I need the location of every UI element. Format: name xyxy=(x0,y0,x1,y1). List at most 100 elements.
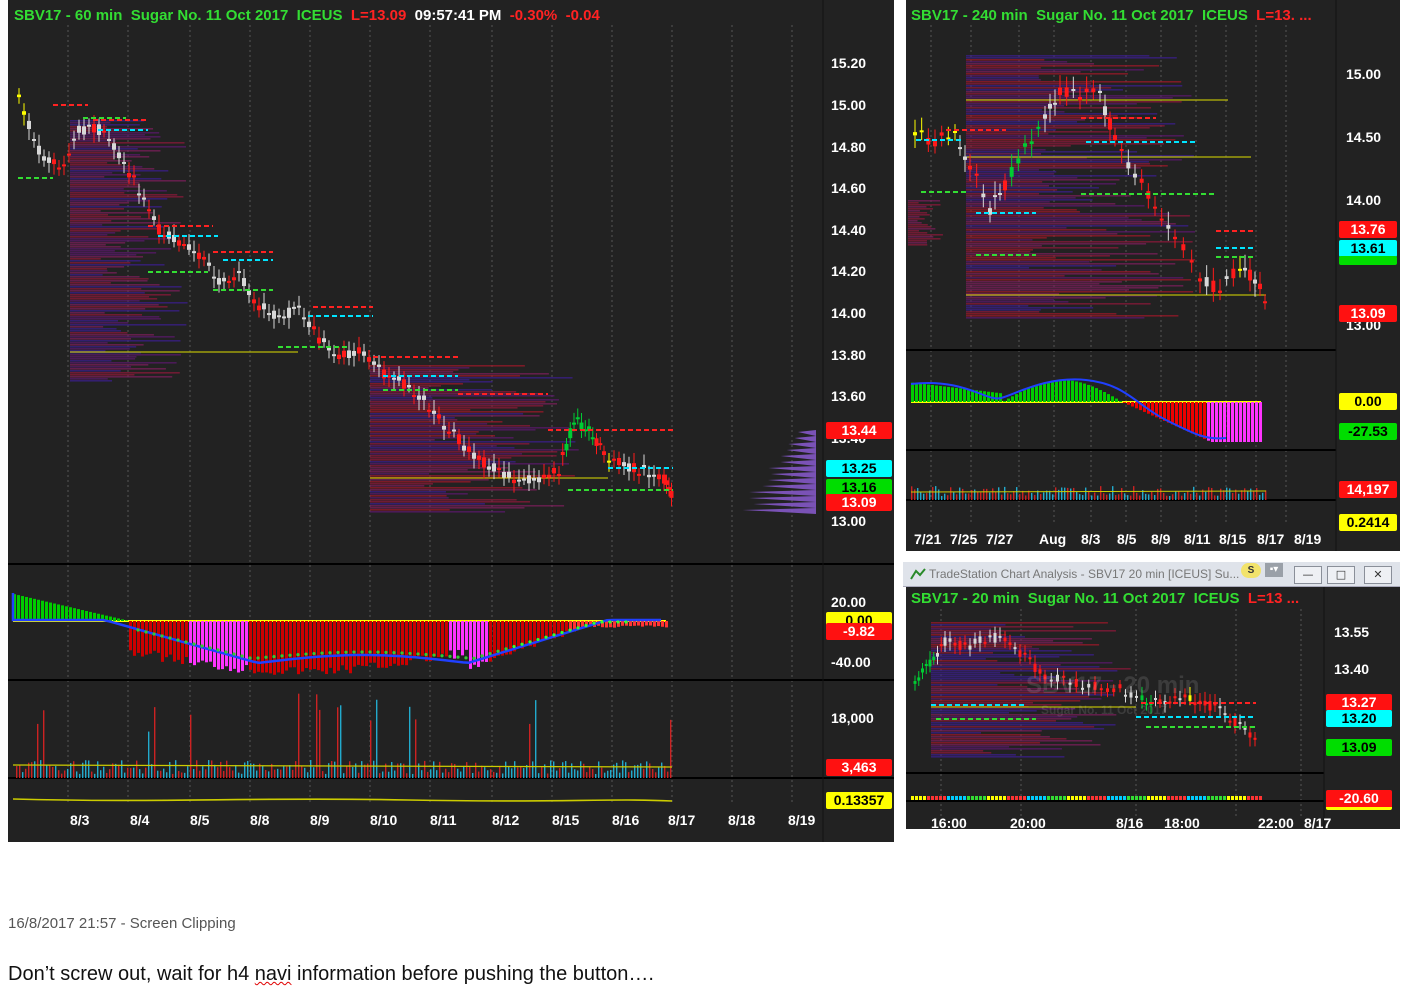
volume-profile-bar xyxy=(908,236,934,238)
osc-bar xyxy=(329,621,332,668)
osc-bar xyxy=(1011,796,1014,800)
candle xyxy=(943,637,947,646)
volume-profile-bar xyxy=(931,658,986,660)
osc-dot xyxy=(384,650,388,654)
osc-bar xyxy=(1215,402,1218,442)
volume-bar xyxy=(247,760,249,778)
profile-marker xyxy=(767,478,816,484)
minimize-button[interactable]: — xyxy=(1294,566,1322,584)
osc-bar xyxy=(1259,402,1262,442)
close-button[interactable]: ✕ xyxy=(1364,566,1392,584)
osc-bar xyxy=(1235,796,1238,800)
volume-profile-bar xyxy=(966,199,1093,201)
chart-240min-canvas[interactable] xyxy=(906,0,1400,551)
chart-60min-canvas[interactable] xyxy=(8,0,894,842)
volume-profile-bar xyxy=(370,487,523,489)
volume-profile-bar xyxy=(70,376,173,378)
osc-dot xyxy=(256,656,260,660)
volume-bar xyxy=(1067,487,1069,500)
volume-profile-bar xyxy=(370,501,531,503)
candle xyxy=(462,445,466,451)
last-price: L=13.09 xyxy=(350,7,407,24)
osc-bar xyxy=(1175,402,1178,427)
note-part-2: information before pushing the button…. xyxy=(291,963,654,985)
volume-bar xyxy=(577,770,579,778)
volume-bar xyxy=(1091,495,1093,500)
volume-profile-bar xyxy=(70,122,111,124)
y-tick-4: 14.40 xyxy=(831,222,867,238)
volume-bar xyxy=(136,760,138,778)
volume-profile-bar xyxy=(70,246,121,248)
chart-240min[interactable]: SBV17 - 240 min Sugar No. 11 Oct 2017 IC… xyxy=(906,0,1400,551)
volume-profile-bar xyxy=(966,57,1177,59)
volume-bar xyxy=(1157,488,1159,500)
candle xyxy=(352,351,356,356)
volume-profile-bar xyxy=(370,505,565,507)
osc-bar xyxy=(1227,402,1230,442)
volume-profile-bar xyxy=(966,179,1120,181)
volume-bar xyxy=(1031,492,1033,500)
volume-bar xyxy=(989,492,991,500)
candle xyxy=(564,443,569,451)
volume-profile-bar xyxy=(370,401,546,403)
osc-bar xyxy=(357,621,360,665)
volume-bar xyxy=(484,767,486,778)
candle xyxy=(477,455,481,460)
candle xyxy=(1023,652,1027,655)
maximize-button[interactable]: □ xyxy=(1327,566,1355,584)
volume-bar xyxy=(1190,493,1192,500)
volume-profile-bar xyxy=(70,152,116,154)
candle xyxy=(367,357,371,362)
volume-bar xyxy=(968,493,970,500)
window-menu-button[interactable]: ▪▾ xyxy=(1265,563,1283,577)
volume-profile-bar xyxy=(70,206,162,208)
candle xyxy=(637,473,641,476)
volume-profile-bar xyxy=(70,274,103,276)
osc-dot xyxy=(592,621,596,625)
chart-20min-title: SBV17 - 20 min Sugar No. 11 Oct 2017 ICE… xyxy=(911,590,1299,607)
osc-bar xyxy=(935,385,938,402)
y-tick-2: 14.80 xyxy=(831,139,867,155)
candle xyxy=(197,252,201,259)
volume-profile-bar xyxy=(70,348,130,350)
candle xyxy=(1233,717,1237,728)
volume-bar xyxy=(619,772,621,778)
osc-bar xyxy=(1183,402,1186,430)
candle xyxy=(52,159,56,165)
symbol-link-button[interactable]: S xyxy=(1241,563,1261,578)
window-titlebar[interactable]: TradeStation Chart Analysis - SBV17 20 m… xyxy=(903,562,1400,587)
volume-profile-bar xyxy=(70,300,140,302)
volume-bar xyxy=(1112,486,1114,500)
volume-bar xyxy=(130,768,132,778)
volume-profile-bar xyxy=(370,389,492,391)
chart-20min[interactable]: SBV17 - 20 min Sugar No. 11 Oct 2017 SBV… xyxy=(906,587,1400,829)
volume-profile-bar xyxy=(966,79,1041,81)
volume-bar xyxy=(415,719,417,778)
volume-profile-bar xyxy=(966,265,1117,267)
volume-profile-bar xyxy=(70,166,143,168)
volume-profile-bar xyxy=(370,411,544,413)
candle xyxy=(579,422,584,430)
chart-60min[interactable]: SBV17 - 60 min Sugar No. 11 Oct 2017 ICE… xyxy=(8,0,894,842)
osc-bar xyxy=(401,621,404,665)
osc-bar xyxy=(1147,796,1150,800)
volume-profile-bar xyxy=(70,170,169,172)
volume-bar xyxy=(523,768,525,778)
osc-dot xyxy=(168,636,172,640)
volume-profile-bar xyxy=(70,232,116,234)
volume-profile-bar xyxy=(931,730,1042,732)
volume-profile-bar xyxy=(70,270,108,272)
candle xyxy=(928,659,932,667)
volume-profile-bar xyxy=(966,109,1042,111)
volume-bar xyxy=(184,772,186,778)
volume-average-line xyxy=(910,490,1267,493)
osc-bar xyxy=(269,621,272,674)
osc-bar xyxy=(217,621,220,670)
volume-bar xyxy=(76,771,78,778)
volume-bar xyxy=(559,768,561,778)
osc-bar xyxy=(149,621,152,654)
osc-bar xyxy=(429,621,432,662)
osc-bar xyxy=(373,621,376,663)
osc-bar xyxy=(1027,796,1030,800)
volume-profile-bar xyxy=(966,245,1042,247)
